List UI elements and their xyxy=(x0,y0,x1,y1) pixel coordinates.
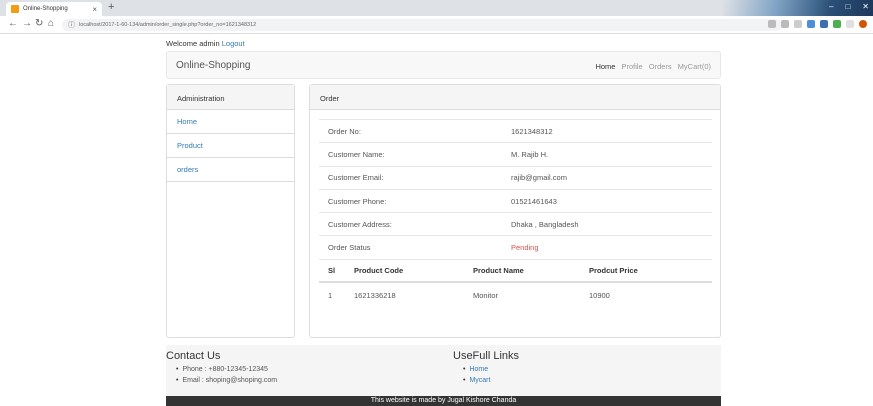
footer-home-link[interactable]: Home xyxy=(469,366,488,373)
product-table-header: Sl Product Code Product Name Prodcut Pri… xyxy=(319,258,712,283)
close-icon[interactable]: ✕ xyxy=(862,2,869,11)
table-cell: 1 xyxy=(328,290,333,300)
contact-list: Phone : +880-12345-12345 Email : shoping… xyxy=(176,366,277,388)
brand-link[interactable]: Online-Shopping xyxy=(176,60,251,71)
welcome-text: Welcome admin xyxy=(166,39,220,48)
extension-icons xyxy=(768,20,867,28)
field-label: Customer Address: xyxy=(328,219,392,229)
contact-phone: Phone : +880-12345-12345 xyxy=(176,366,277,377)
navbar: Online-Shopping Home Profile Orders MyCa… xyxy=(166,51,721,79)
table-row: 1 1621336218 Monitor 10900 xyxy=(319,283,712,308)
order-field-row: Customer Phone: 01521461643 xyxy=(319,188,712,212)
order-panel: Order Order No: 1621348312 Customer Name… xyxy=(309,84,721,338)
home-icon[interactable]: ⌂ xyxy=(48,18,54,29)
admin-sidebar: Administration Home Product orders xyxy=(166,84,295,338)
field-value: rajib@gmail.com xyxy=(511,173,567,183)
footer-mycart-link[interactable]: Mycart xyxy=(469,377,490,384)
field-label: Customer Name: xyxy=(328,149,385,159)
browser-tab[interactable]: Online-Shopping × xyxy=(6,2,102,16)
field-value: 01521461643 xyxy=(511,196,557,206)
footer-link-home: Home xyxy=(463,366,490,377)
nav-links: Home Profile Orders MyCart(0) xyxy=(595,62,711,71)
order-field-row: Order Status Pending xyxy=(319,235,712,258)
star-icon[interactable] xyxy=(794,20,802,28)
table-cell: Monitor xyxy=(473,290,499,300)
credit-bar: This website is made by Jugal Kishore Ch… xyxy=(166,396,721,406)
order-details: Order No: 1621348312 Customer Name: M. R… xyxy=(319,119,712,308)
column-header: Product Name xyxy=(473,265,524,275)
useful-links: Home Mycart xyxy=(463,366,490,388)
forward-icon[interactable]: → xyxy=(22,18,32,29)
maximize-icon[interactable]: □ xyxy=(845,2,850,11)
field-label: Order No: xyxy=(328,126,361,136)
window-controls: – □ ✕ xyxy=(829,2,869,11)
extension-icon[interactable] xyxy=(833,20,841,28)
info-icon[interactable]: ⓘ xyxy=(68,20,75,30)
field-value: M. Rajib H. xyxy=(511,149,549,159)
nav-cart[interactable]: MyCart(0) xyxy=(678,62,711,71)
column-header: Sl xyxy=(328,265,336,275)
sidebar-item-home[interactable]: Home xyxy=(167,110,294,134)
nav-profile[interactable]: Profile xyxy=(621,62,642,71)
nav-orders[interactable]: Orders xyxy=(649,62,672,71)
new-tab-icon[interactable]: + xyxy=(108,1,114,13)
column-header: Prodcut Price xyxy=(589,265,638,275)
profile-icon[interactable] xyxy=(859,20,867,28)
field-label: Customer Phone: xyxy=(328,196,387,206)
sidebar-title: Administration xyxy=(167,85,294,110)
field-value: 1621348312 xyxy=(511,126,553,136)
browser-toolbar: ← → ↻ ⌂ ⓘ localhost/2017-1-60-134/admin/… xyxy=(0,16,873,34)
address-bar[interactable]: ⓘ localhost/2017-1-60-134/admin/order_si… xyxy=(62,19,782,31)
footer: Contact Us Phone : +880-12345-12345 Emai… xyxy=(166,345,721,396)
tab-close-icon[interactable]: × xyxy=(92,5,97,14)
contact-email: Email : shoping@shoping.com xyxy=(176,377,277,388)
extension-icon[interactable] xyxy=(846,20,854,28)
back-icon[interactable]: ← xyxy=(8,18,18,29)
column-header: Product Code xyxy=(354,265,404,275)
order-field-row: Customer Name: M. Rajib H. xyxy=(319,142,712,165)
tab-title: Online-Shopping xyxy=(23,6,68,12)
order-field-row: Customer Email: rajib@gmail.com xyxy=(319,165,712,189)
order-field-row: Order No: 1621348312 xyxy=(319,119,712,142)
table-cell: 1621336218 xyxy=(354,290,396,300)
field-value: Dhaka , Bangladesh xyxy=(511,219,579,229)
extension-icon[interactable] xyxy=(820,20,828,28)
contact-title: Contact Us xyxy=(166,350,221,362)
sidebar-item-orders[interactable]: orders xyxy=(167,158,294,182)
order-panel-title: Order xyxy=(310,85,720,110)
field-label: Customer Email: xyxy=(328,173,384,183)
reload-icon[interactable]: ↻ xyxy=(35,18,43,29)
nav-home[interactable]: Home xyxy=(595,62,615,71)
logout-link[interactable]: Logout xyxy=(222,39,245,48)
footer-link-mycart: Mycart xyxy=(463,377,490,388)
url-text[interactable]: localhost/2017-1-60-134/admin/order_sing… xyxy=(79,22,256,28)
status-badge: Pending xyxy=(511,243,539,253)
zoom-icon[interactable] xyxy=(781,20,789,28)
sidebar-item-product[interactable]: Product xyxy=(167,134,294,158)
welcome-bar: Welcome admin Logout xyxy=(166,39,245,48)
order-field-row: Customer Address: Dhaka , Bangladesh xyxy=(319,212,712,235)
minimize-icon[interactable]: – xyxy=(829,2,833,11)
favicon-icon xyxy=(11,5,19,13)
extension-icon[interactable] xyxy=(807,20,815,28)
table-cell: 10900 xyxy=(589,290,610,300)
translate-icon[interactable] xyxy=(768,20,776,28)
links-title: UseFull Links xyxy=(453,350,520,362)
field-label: Order Status xyxy=(328,243,371,253)
